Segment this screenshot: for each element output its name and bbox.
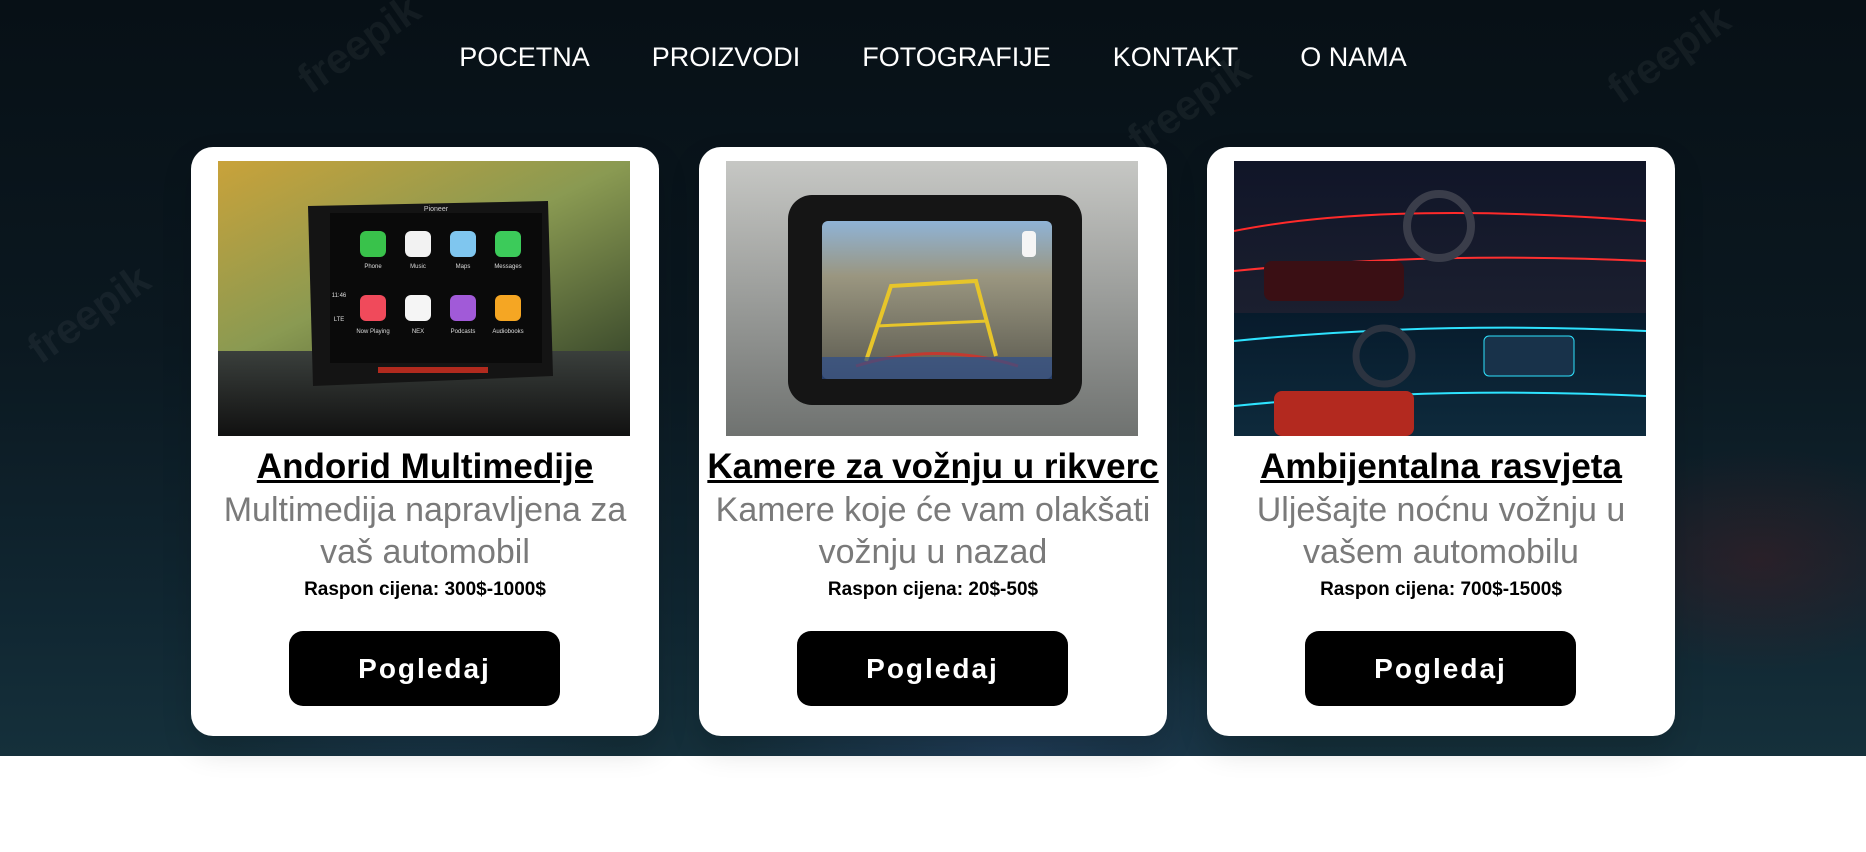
product-description: Multimedija napravljena za vaš automobil (223, 491, 627, 571)
svg-text:11:46: 11:46 (332, 293, 347, 299)
svg-text:Podcasts: Podcasts (451, 329, 476, 335)
product-image-ambient-lighting (1234, 161, 1646, 436)
product-image-multimedia: Pioneer Phone Music Maps Messages Now Pl… (218, 161, 630, 436)
svg-text:LTE: LTE (334, 317, 345, 323)
svg-text:Messages: Messages (494, 264, 521, 270)
view-button[interactable]: Pogledaj (1305, 631, 1576, 706)
svg-text:Now Playing: Now Playing (356, 329, 389, 335)
product-title[interactable]: Ambijentalna rasvjeta (1207, 447, 1675, 487)
view-button-label: Pogledaj (1374, 652, 1507, 684)
product-description: Ulješajte noćnu vožnju u vašem automobil… (1256, 491, 1626, 571)
product-card-camera: Kamere za vožnju u rikverc Kamere koje ć… (699, 147, 1167, 736)
product-price-range: Raspon cijena: 700$-1500$ (1320, 579, 1562, 600)
svg-text:Audiobooks: Audiobooks (492, 329, 523, 335)
nav-link-proizvodi[interactable]: PROIZVODI (652, 42, 801, 73)
ambient-lighting-interior-image (1234, 161, 1646, 436)
product-card-ambient-lighting: Ambijentalna rasvjeta Ulješajte noćnu vo… (1207, 147, 1675, 736)
product-title[interactable]: Andorid Multimedije (191, 447, 659, 487)
nav-link-fotografije[interactable]: FOTOGRAFIJE (862, 42, 1051, 73)
svg-text:Music: Music (410, 264, 426, 270)
view-button[interactable]: Pogledaj (289, 631, 560, 706)
svg-text:Maps: Maps (456, 264, 471, 270)
multimedia-head-unit-image: Pioneer Phone Music Maps Messages Now Pl… (218, 161, 630, 436)
nav-link-pocetna[interactable]: POCETNA (459, 42, 590, 73)
watermark-text: freepik (18, 254, 159, 373)
svg-text:Phone: Phone (364, 264, 382, 270)
product-card-multimedia: Pioneer Phone Music Maps Messages Now Pl… (191, 147, 659, 736)
svg-text:NEX: NEX (412, 329, 424, 335)
main-navigation: POCETNA PROIZVODI FOTOGRAFIJE KONTAKT O … (0, 42, 1866, 73)
svg-text:Pioneer: Pioneer (424, 206, 449, 213)
view-button-label: Pogledaj (358, 652, 491, 684)
nav-link-o-nama[interactable]: O NAMA (1300, 42, 1407, 73)
view-button-label: Pogledaj (866, 652, 999, 684)
nav-link-kontakt[interactable]: KONTAKT (1113, 42, 1239, 73)
view-button[interactable]: Pogledaj (797, 631, 1068, 706)
product-price-range: Raspon cijena: 300$-1000$ (304, 579, 546, 600)
product-image-camera (726, 161, 1138, 436)
product-description: Kamere koje će vam olakšati vožnju u naz… (715, 491, 1151, 571)
product-price-range: Raspon cijena: 20$-50$ (827, 579, 1039, 600)
rear-camera-screen-image (726, 161, 1138, 436)
product-title[interactable]: Kamere za vožnju u rikverc (699, 447, 1167, 487)
